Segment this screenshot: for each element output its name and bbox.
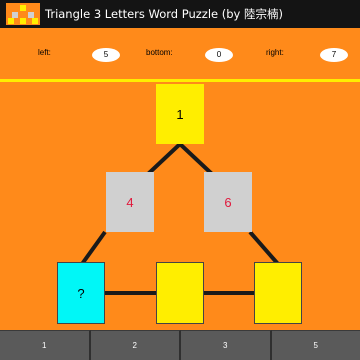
- line-top-left: [146, 142, 182, 176]
- number-button-4[interactable]: 5: [271, 330, 360, 360]
- tile-bottom-mid[interactable]: [156, 262, 204, 324]
- left-score-label: left:: [38, 48, 51, 57]
- number-button-bar: 1 2 3 5: [0, 330, 360, 360]
- tile-mid-left[interactable]: 4: [106, 172, 154, 232]
- left-score-value: 5: [92, 48, 120, 62]
- bottom-score-value: 0: [205, 48, 233, 62]
- window-title: Triangle 3 Letters Word Puzzle (by 陸宗楠): [45, 7, 284, 21]
- line-midleft-bottomleft: [80, 230, 107, 266]
- number-button-2[interactable]: 2: [90, 330, 181, 360]
- line-midright-bottomright: [248, 230, 280, 266]
- number-button-1[interactable]: 1: [0, 330, 91, 360]
- line-top-right: [178, 142, 214, 176]
- right-score-label: right:: [266, 48, 284, 57]
- bottom-score-label: bottom:: [146, 48, 173, 57]
- title-bar: Triangle 3 Letters Word Puzzle (by 陸宗楠): [0, 0, 360, 28]
- tile-bottom-right[interactable]: [254, 262, 302, 324]
- app-root: Triangle 3 Letters Word Puzzle (by 陸宗楠) …: [0, 0, 360, 360]
- number-button-3[interactable]: 3: [181, 330, 272, 360]
- triangle-puzzle: 1 4 6 ?: [0, 82, 360, 330]
- tile-mid-right[interactable]: 6: [204, 172, 252, 232]
- tile-top[interactable]: 1: [156, 84, 204, 144]
- right-score-value: 7: [320, 48, 348, 62]
- tile-bottom-left[interactable]: ?: [57, 262, 105, 324]
- score-header: left: 5 bottom: 0 right: 7: [0, 28, 360, 80]
- app-icon: [6, 3, 40, 25]
